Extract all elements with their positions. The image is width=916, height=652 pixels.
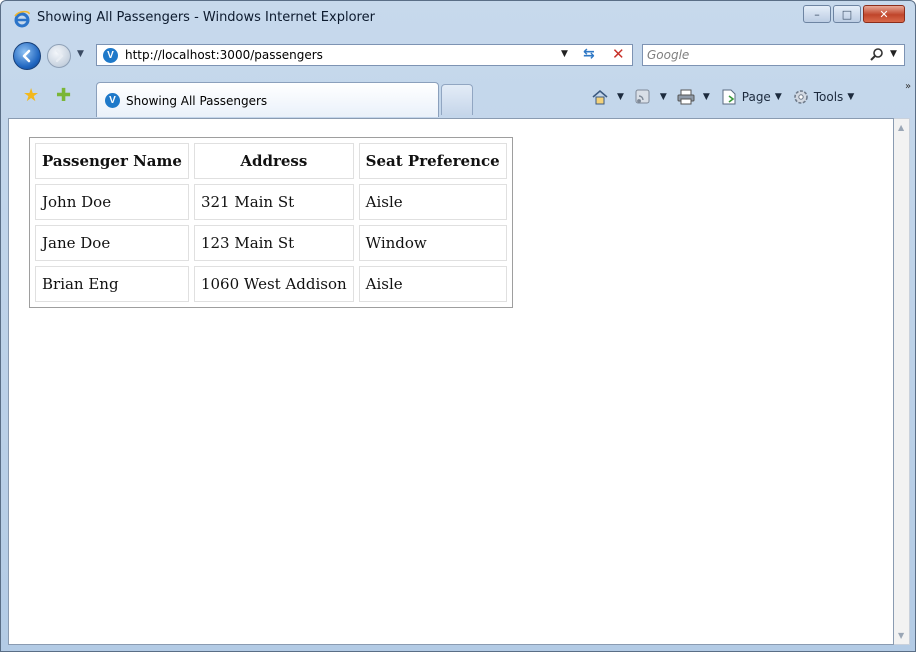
column-header-passenger-name: Passenger Name (35, 143, 189, 179)
forward-arrow-icon (55, 49, 64, 63)
browser-window: Showing All Passengers - Windows Interne… (0, 0, 916, 652)
chevron-down-icon[interactable]: ▼ (775, 92, 782, 102)
add-favorites-icon[interactable]: ✚ (56, 87, 71, 105)
passengers-table: Passenger Name Address Seat Preference J… (29, 137, 513, 308)
passenger-name-cell: Jane Doe (35, 225, 189, 261)
chevron-down-icon[interactable]: ▼ (703, 92, 710, 102)
chevron-down-icon[interactable]: ▼ (660, 92, 667, 102)
window-controls: – □ ✕ (801, 5, 905, 23)
stop-icon[interactable]: ✕ (612, 45, 625, 63)
new-tab-button[interactable] (441, 84, 473, 115)
passenger-name-cell: John Doe (35, 184, 189, 220)
tab-showing-all-passengers[interactable]: V Showing All Passengers (96, 82, 439, 117)
page-content: Passenger Name Address Seat Preference J… (8, 118, 894, 645)
seat-preference-cell: Aisle (358, 266, 507, 302)
tools-menu[interactable]: Tools ▼ (792, 89, 854, 105)
search-box: ▼ (642, 44, 905, 66)
column-header-seat-preference: Seat Preference (358, 143, 507, 179)
search-input[interactable] (647, 47, 857, 63)
maximize-button[interactable]: □ (833, 5, 861, 23)
window-title: Showing All Passengers - Windows Interne… (37, 10, 375, 25)
search-providers-dropdown[interactable]: ▼ (890, 49, 897, 59)
chevron-down-icon[interactable]: ▼ (617, 92, 624, 102)
print-button[interactable]: ▼ (677, 89, 710, 105)
seat-preference-cell: Aisle (358, 184, 507, 220)
scroll-down-arrow-icon[interactable]: ▼ (898, 631, 904, 640)
forward-button[interactable] (47, 44, 71, 68)
passenger-name-cell: Brian Eng (35, 266, 189, 302)
tab-label: Showing All Passengers (126, 94, 268, 108)
seat-preference-cell: Window (358, 225, 507, 261)
address-bar[interactable]: V http://localhost:3000/passengers ▼ ⇆ ✕ (96, 44, 633, 66)
page-icon (722, 89, 736, 105)
ie-logo-icon (14, 10, 30, 28)
back-arrow-icon (22, 49, 31, 63)
table-row: Jane Doe 123 Main St Window (35, 225, 507, 261)
address-cell: 321 Main St (193, 184, 354, 220)
recent-pages-dropdown[interactable]: ▼ (77, 49, 84, 59)
home-button[interactable]: ▼ (591, 89, 624, 105)
favorites-star-icon[interactable]: ★ (23, 87, 39, 105)
print-icon (677, 89, 695, 105)
vertical-scrollbar[interactable]: ▲ ▼ (894, 118, 910, 645)
address-dropdown[interactable]: ▼ (561, 49, 568, 59)
tab-bar: ★ ✚ V Showing All Passengers ▼ ▼ ▼ Page … (1, 77, 915, 117)
table-row: Brian Eng 1060 West Addison Aisle (35, 266, 507, 302)
minimize-button[interactable]: – (803, 5, 831, 23)
tab-favicon-icon: V (105, 93, 120, 108)
tools-menu-label: Tools (813, 90, 844, 104)
more-commands-chevron-icon[interactable]: » (905, 81, 911, 92)
chevron-down-icon[interactable]: ▼ (847, 92, 854, 102)
column-header-address: Address (193, 143, 354, 179)
magnifier-icon[interactable] (869, 47, 885, 63)
maximize-icon: □ (841, 7, 853, 21)
address-url[interactable]: http://localhost:3000/passengers (125, 48, 323, 62)
title-bar[interactable]: Showing All Passengers - Windows Interne… (1, 1, 915, 35)
feeds-button[interactable]: ▼ (634, 89, 667, 105)
table-row: John Doe 321 Main St Aisle (35, 184, 507, 220)
close-icon: ✕ (879, 7, 889, 21)
address-cell: 123 Main St (193, 225, 354, 261)
home-icon (592, 89, 608, 105)
page-menu-label: Page (741, 90, 771, 104)
close-button[interactable]: ✕ (863, 5, 905, 23)
table-header-row: Passenger Name Address Seat Preference (35, 143, 507, 179)
feeds-icon (635, 89, 650, 104)
address-cell: 1060 West Addison (193, 266, 354, 302)
page-menu[interactable]: Page ▼ (720, 89, 782, 105)
tools-gear-icon (793, 90, 808, 104)
back-button[interactable] (13, 42, 41, 70)
site-favicon-icon: V (103, 48, 118, 63)
navigation-bar: ▼ V http://localhost:3000/passengers ▼ ⇆… (1, 35, 915, 75)
scroll-up-arrow-icon[interactable]: ▲ (898, 123, 904, 132)
refresh-icon[interactable]: ⇆ (583, 46, 595, 62)
minimize-icon: – (814, 7, 820, 21)
command-bar: ▼ ▼ ▼ Page ▼ Tools ▼ (591, 87, 864, 107)
